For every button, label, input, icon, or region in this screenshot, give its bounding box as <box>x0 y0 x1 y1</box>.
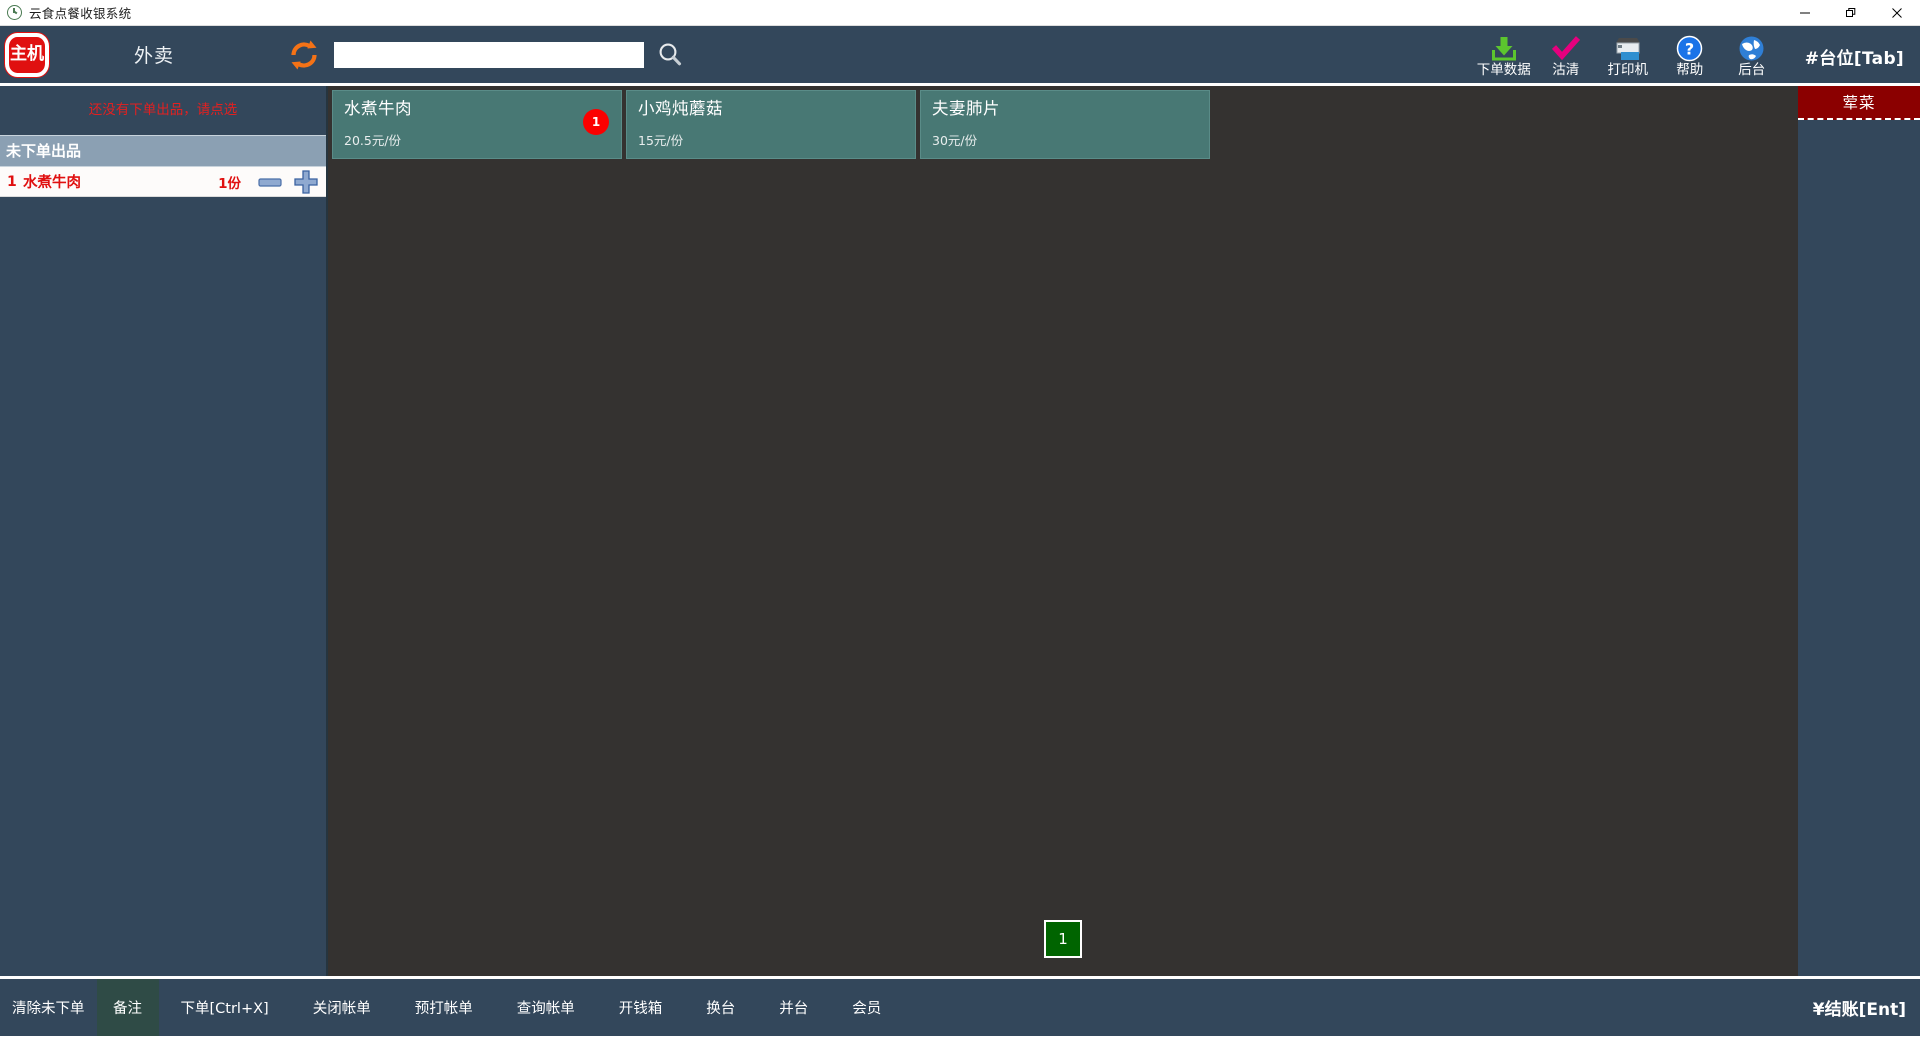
category-panel: 荤菜 <box>1798 86 1920 976</box>
category-item-meat[interactable]: 荤菜 <box>1798 86 1920 120</box>
minimize-button[interactable] <box>1782 0 1828 26</box>
merge-table-button[interactable]: 并台 <box>757 979 830 1036</box>
tool-printer[interactable]: 打印机 <box>1597 27 1659 85</box>
dish-name: 水煮牛肉 <box>344 99 412 118</box>
tool-backend[interactable]: 后台 <box>1721 27 1783 85</box>
search-input[interactable] <box>334 41 645 68</box>
minus-icon[interactable] <box>257 171 283 193</box>
unsubmitted-section-header: 未下单出品 <box>0 135 326 167</box>
svg-text:?: ? <box>1685 40 1694 59</box>
order-row-name: 水煮牛肉 <box>23 175 81 191</box>
order-row-qty: 1份 <box>218 175 241 192</box>
submit-order-button[interactable]: 下单[Ctrl+X] <box>159 979 291 1036</box>
tool-label: 沽清 <box>1552 61 1580 78</box>
main-area: 还没有下单出品，请点选 未下单出品 1 水煮牛肉 1份 水煮牛肉 20.5元/份 <box>0 86 1920 976</box>
query-bill-button[interactable]: 查询帐单 <box>495 979 597 1036</box>
tool-order-data[interactable]: 下单数据 <box>1473 27 1535 85</box>
question-icon: ? <box>1676 35 1703 63</box>
window-titlebar: 云食点餐收银系统 <box>0 0 1920 26</box>
open-cashbox-button[interactable]: 开钱箱 <box>597 979 685 1036</box>
dish-card[interactable]: 水煮牛肉 20.5元/份 1 <box>332 90 622 159</box>
top-toolbar: 主机 外卖 下单数据 沽清 打印机 ? 帮助 后台 #台位[Tab] <box>0 26 1920 86</box>
tool-label: 下单数据 <box>1476 61 1531 78</box>
download-icon <box>1490 35 1518 63</box>
clear-unsubmitted-button[interactable]: 清除未下单 <box>0 979 97 1036</box>
prepay-bill-button[interactable]: 预打帐单 <box>393 979 495 1036</box>
close-bill-button[interactable]: 关闭帐单 <box>291 979 393 1036</box>
menu-grid-area: 水煮牛肉 20.5元/份 1 小鸡炖蘑菇 15元/份 夫妻肺片 30元/份 1 <box>328 86 1798 976</box>
page-button-1[interactable]: 1 <box>1044 920 1082 958</box>
check-icon <box>1551 35 1581 63</box>
change-table-button[interactable]: 换台 <box>684 979 757 1036</box>
close-button[interactable] <box>1874 0 1920 26</box>
member-button[interactable]: 会员 <box>830 979 903 1036</box>
dish-card[interactable]: 夫妻肺片 30元/份 <box>920 90 1210 159</box>
order-row-index: 1 <box>7 173 17 190</box>
dish-name: 小鸡炖蘑菇 <box>638 99 723 118</box>
tool-label: 打印机 <box>1607 61 1649 78</box>
order-panel: 还没有下单出品，请点选 未下单出品 1 水煮牛肉 1份 <box>0 86 328 976</box>
order-row[interactable]: 1 水煮牛肉 1份 <box>0 167 326 197</box>
mode-label-takeout[interactable]: 外卖 <box>134 41 174 68</box>
dish-name: 夫妻肺片 <box>932 99 1000 118</box>
dish-qty-badge: 1 <box>583 109 609 135</box>
bottom-toolbar: 清除未下单 备注 下单[Ctrl+X] 关闭帐单 预打帐单 查询帐单 开钱箱 换… <box>0 976 1920 1036</box>
order-empty-notice: 还没有下单出品，请点选 <box>88 102 238 118</box>
app-clock-icon <box>7 5 22 20</box>
globe-icon <box>1738 35 1765 63</box>
tool-sold-out[interactable]: 沽清 <box>1535 27 1597 85</box>
tool-help[interactable]: ? 帮助 <box>1659 27 1721 85</box>
station-tab-label[interactable]: #台位[Tab] <box>1805 44 1904 69</box>
plus-icon[interactable] <box>293 169 319 194</box>
settle-button[interactable]: ¥结账[Ent] <box>1813 979 1906 1036</box>
host-badge[interactable]: 主机 <box>5 32 49 77</box>
window-controls <box>1782 0 1920 26</box>
dish-price: 15元/份 <box>638 133 684 148</box>
dish-grid: 水煮牛肉 20.5元/份 1 小鸡炖蘑菇 15元/份 夫妻肺片 30元/份 <box>332 90 1794 159</box>
dish-price: 30元/份 <box>932 133 978 148</box>
menu-pagination: 1 <box>328 920 1798 958</box>
toolbar-actions: 下单数据 沽清 打印机 ? 帮助 后台 #台位[Tab] <box>1473 26 1920 86</box>
restore-button[interactable] <box>1828 0 1874 26</box>
dish-card[interactable]: 小鸡炖蘑菇 15元/份 <box>626 90 916 159</box>
search-icon[interactable] <box>656 41 684 69</box>
tool-label: 后台 <box>1738 61 1766 78</box>
tool-label: 帮助 <box>1676 61 1704 78</box>
refresh-icon[interactable] <box>286 37 322 73</box>
printer-icon <box>1613 35 1643 63</box>
dish-price: 20.5元/份 <box>344 133 402 148</box>
window-title: 云食点餐收银系统 <box>29 6 132 21</box>
remark-button[interactable]: 备注 <box>96 979 159 1036</box>
